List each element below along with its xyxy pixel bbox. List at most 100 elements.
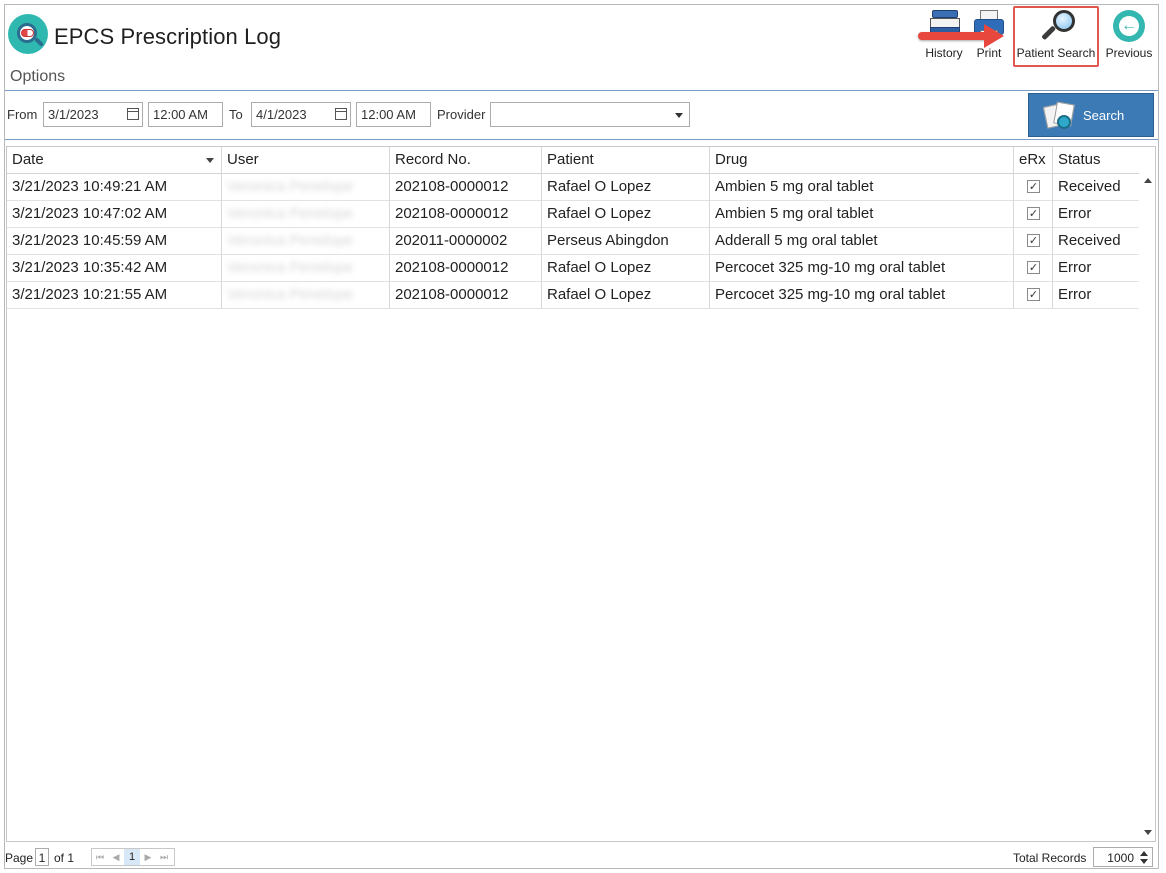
from-date-field[interactable]: 3/1/2023 [43,102,143,127]
cell-erx: ✓ [1014,282,1053,309]
search-label: Search [1083,108,1125,123]
to-date-value: 4/1/2023 [256,107,307,122]
erx-checkbox[interactable]: ✓ [1027,207,1040,220]
current-page-button[interactable]: 1 [124,849,140,865]
total-records-label: Total Records [1013,851,1087,865]
vertical-scrollbar[interactable] [1140,174,1155,841]
total-records-stepper[interactable]: 1000 [1093,847,1153,867]
from-label: From [7,107,38,122]
scroll-up-icon[interactable] [1144,178,1152,183]
patient-search-label: Patient Search [1016,46,1096,60]
sort-down-icon [206,158,214,163]
column-header-erx[interactable]: eRx [1014,147,1053,174]
cell-record-no: 202108-0000012 [390,174,542,201]
page-number-input[interactable]: 1 [35,848,49,866]
table-row[interactable]: 3/21/2023 10:35:42 AM Veronica Penelope … [7,255,1139,282]
last-page-icon[interactable]: ⏭ [156,852,172,863]
cell-record-no: 202108-0000012 [390,282,542,309]
user-name-redacted: Veronica Penelope [227,232,353,249]
total-records-value: 1000 [1107,851,1134,865]
cell-status: Received [1058,178,1121,195]
documents-search-icon [1042,101,1077,131]
cell-erx: ✓ [1014,228,1053,255]
cell-record-no: 202108-0000012 [390,255,542,282]
user-name-redacted: Veronica Penelope [227,178,353,195]
patient-search-button[interactable]: Patient Search [1013,6,1099,67]
erx-checkbox[interactable]: ✓ [1027,288,1040,301]
previous-label: Previous [1105,46,1153,60]
cell-status: Error [1058,259,1092,276]
column-header-patient[interactable]: Patient [542,147,710,174]
cell-record-no: 202108-0000012 [390,201,542,228]
user-name-redacted: Veronica Penelope [227,205,353,222]
from-date-value: 3/1/2023 [48,107,99,122]
erx-checkbox[interactable]: ✓ [1027,234,1040,247]
header-divider [5,90,1158,91]
scroll-down-icon[interactable] [1144,830,1152,835]
cell-drug: Adderall 5 mg oral tablet [710,228,1014,255]
erx-checkbox[interactable]: ✓ [1027,180,1040,193]
user-name-redacted: Veronica Penelope [227,286,353,303]
table-row[interactable]: 3/21/2023 10:45:59 AM Veronica Penelope … [7,228,1139,255]
cell-user: Veronica Penelope [222,174,390,201]
table-row[interactable]: 3/21/2023 10:49:21 AM Veronica Penelope … [7,174,1139,201]
column-header-date[interactable]: Date [7,147,222,174]
prev-page-icon[interactable]: ◀ [108,852,124,863]
cell-user: Veronica Penelope [222,282,390,309]
provider-select[interactable] [490,102,690,127]
pagination-footer: Page 1 of 1 ⏮ ◀ 1 ▶ ⏭ Total Records 1000 [5,845,1158,869]
cell-user: Veronica Penelope [222,255,390,282]
spin-arrows-icon[interactable] [1140,850,1148,864]
column-header-drug[interactable]: Drug [710,147,1014,174]
erx-checkbox[interactable]: ✓ [1027,261,1040,274]
page-label: Page [5,851,34,865]
first-page-icon[interactable]: ⏮ [92,852,108,863]
annotation-arrow [918,32,988,40]
cell-user: Veronica Penelope [222,228,390,255]
next-page-icon[interactable]: ▶ [140,852,156,863]
history-label: History [925,46,963,60]
cell-date: 3/21/2023 10:45:59 AM [7,228,222,255]
to-time-field[interactable]: 12:00 AM [356,102,431,127]
table-row[interactable]: 3/21/2023 10:21:55 AM Veronica Penelope … [7,282,1139,309]
cell-drug: Ambien 5 mg oral tablet [710,201,1014,228]
table-header: Date User Record No. Patient Drug eRx St… [7,147,1139,174]
cell-user: Veronica Penelope [222,201,390,228]
cell-patient: Rafael O Lopez [542,201,710,228]
cell-patient: Perseus Abingdon [542,228,710,255]
annotation-arrow-head [984,24,1004,48]
column-header-record-no[interactable]: Record No. [390,147,542,174]
cell-erx: ✓ [1014,201,1053,228]
print-label: Print [976,46,1002,60]
column-header-user[interactable]: User [222,147,390,174]
previous-button[interactable]: ← Previous [1104,6,1154,66]
cell-status: Error [1058,286,1092,303]
cell-date: 3/21/2023 10:21:55 AM [7,282,222,309]
cell-status: Error [1058,205,1092,222]
cell-drug: Percocet 325 mg-10 mg oral tablet [710,282,1014,309]
cell-patient: Rafael O Lopez [542,255,710,282]
app-logo [8,14,48,54]
cell-drug: Percocet 325 mg-10 mg oral tablet [710,255,1014,282]
cell-record-no: 202011-0000002 [390,228,542,255]
provider-label: Provider [437,107,486,122]
page-count-label: of 1 [54,851,75,865]
pager-controls: ⏮ ◀ 1 ▶ ⏭ [91,848,175,866]
back-arrow-icon: ← [1113,10,1145,42]
filter-divider [5,139,1158,140]
from-time-value: 12:00 AM [153,107,208,122]
calendar-icon[interactable] [335,108,347,120]
options-label: Options [10,68,66,85]
cell-date: 3/21/2023 10:47:02 AM [7,201,222,228]
from-time-field[interactable]: 12:00 AM [148,102,223,127]
column-header-status[interactable]: Status [1053,147,1139,174]
to-time-value: 12:00 AM [361,107,416,122]
search-button[interactable]: Search [1028,93,1154,137]
calendar-icon[interactable] [127,108,139,120]
table-row[interactable]: 3/21/2023 10:47:02 AM Veronica Penelope … [7,201,1139,228]
user-name-redacted: Veronica Penelope [227,259,353,276]
prescription-log-table: Date User Record No. Patient Drug eRx St… [6,146,1156,842]
magnifier-icon [1041,10,1077,44]
cell-date: 3/21/2023 10:49:21 AM [7,174,222,201]
to-date-field[interactable]: 4/1/2023 [251,102,351,127]
